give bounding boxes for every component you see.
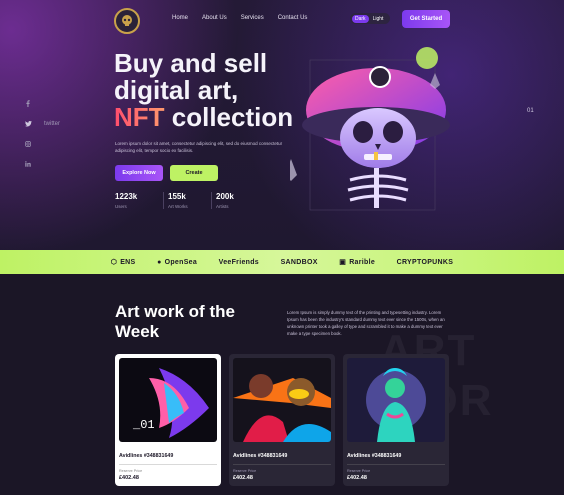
hero-skeleton-nft-art bbox=[290, 47, 450, 211]
stat-value: 1223k bbox=[115, 192, 138, 201]
hero-title-nft: NFT bbox=[114, 102, 165, 132]
partner-label: Rarible bbox=[349, 258, 376, 266]
slide-number: 01 bbox=[527, 108, 534, 114]
theme-light-option[interactable]: Light bbox=[373, 16, 384, 22]
stat-label: Users bbox=[115, 204, 127, 209]
card-price-label: Reserve Price bbox=[347, 469, 371, 473]
social-links: twitter bbox=[25, 100, 60, 167]
linkedin-icon bbox=[25, 161, 31, 167]
hero-description: Lorem ipsum dolor sit amet, consectetur … bbox=[115, 141, 283, 153]
facebook-icon bbox=[26, 100, 30, 107]
card-divider bbox=[119, 464, 217, 465]
stat-users: 1223k Users bbox=[115, 192, 163, 209]
card-price-label: Reserve Price bbox=[233, 469, 257, 473]
main-nav: Home About Us Services Contact Us bbox=[172, 15, 307, 21]
card-title: Avidlines #348831649 bbox=[233, 453, 288, 459]
social-twitter[interactable]: twitter bbox=[25, 121, 60, 127]
artwork-cards: _01 Avidlines #348831649 Reserve Price £… bbox=[115, 354, 449, 486]
hero-section: Home About Us Services Contact Us Dark L… bbox=[0, 0, 564, 250]
stat-value: 155k bbox=[168, 192, 186, 201]
nav-services[interactable]: Services bbox=[241, 15, 264, 21]
card-price: £402.48 bbox=[233, 475, 253, 481]
partner-opensea[interactable]: ● OpenSea bbox=[157, 259, 197, 266]
partner-logos-band: ⬡ ENS ● OpenSea VeeFriends SANDBOX ▣ Raribl… bbox=[0, 250, 564, 274]
partner-label: SANDBOX bbox=[280, 258, 318, 266]
card-title: Avidlines #348831649 bbox=[119, 453, 174, 459]
section-blurb: Lorem Ipsum is simply dummy text of the … bbox=[287, 310, 445, 336]
instagram-icon bbox=[25, 141, 31, 147]
artwork-image bbox=[233, 358, 331, 442]
card-price-label: Reserve Price bbox=[119, 469, 143, 473]
skull-logo-icon bbox=[122, 15, 132, 26]
artwork-card[interactable]: Avidlines #348831649 Reserve Price £402.… bbox=[229, 354, 335, 486]
stat-artists: 200k Artists bbox=[211, 192, 259, 209]
ens-icon: ⬡ bbox=[110, 259, 118, 266]
artwork-card[interactable]: Avidlines #348831649 Reserve Price £402.… bbox=[343, 354, 449, 486]
stat-label: Artists bbox=[216, 204, 229, 209]
artwork-image: _01 bbox=[119, 358, 217, 442]
artwork-of-week-section: ART WOR Art work of the Week Lorem Ipsum… bbox=[0, 274, 564, 495]
nav-about-us[interactable]: About Us bbox=[202, 15, 227, 21]
stat-label: Art Works bbox=[168, 204, 188, 209]
hero-title-line1: Buy and sell bbox=[114, 48, 268, 78]
nav-home[interactable]: Home bbox=[172, 15, 188, 21]
partner-label: CRYPTOPUNKS bbox=[396, 258, 454, 266]
stat-art-works: 155k Art Works bbox=[163, 192, 211, 209]
lime-orb bbox=[416, 47, 438, 69]
partner-cryptopunks[interactable]: CRYPTOPUNKS bbox=[397, 259, 454, 266]
social-linkedin[interactable] bbox=[25, 161, 60, 167]
twitter-label: twitter bbox=[44, 121, 61, 127]
nav-contact-us[interactable]: Contact Us bbox=[278, 15, 308, 21]
explore-now-button[interactable]: Explore Now bbox=[115, 165, 163, 181]
artwork-label: _01 bbox=[132, 418, 155, 432]
partner-label: ENS bbox=[120, 258, 136, 266]
partner-veefriends[interactable]: VeeFriends bbox=[219, 259, 259, 266]
brand-logo[interactable] bbox=[114, 8, 140, 34]
card-price: £402.48 bbox=[347, 475, 367, 481]
card-title: Avidlines #348831649 bbox=[347, 453, 402, 459]
hero-stats: 1223k Users 155k Art Works 200k Artists bbox=[115, 192, 259, 209]
artwork-card[interactable]: _01 Avidlines #348831649 Reserve Price £… bbox=[115, 354, 221, 486]
social-instagram[interactable] bbox=[25, 141, 60, 147]
partner-ens[interactable]: ⬡ ENS bbox=[110, 258, 136, 267]
partner-rarible[interactable]: ▣ Rarible bbox=[339, 258, 376, 267]
theme-dark-option[interactable]: Dark bbox=[352, 14, 369, 23]
social-facebook[interactable] bbox=[25, 100, 60, 107]
hero-title: Buy and sell digital art, NFT collection bbox=[114, 50, 304, 131]
create-button[interactable]: Create bbox=[170, 165, 218, 181]
artwork-image bbox=[347, 358, 445, 442]
get-started-button[interactable]: Get Started bbox=[402, 10, 450, 28]
card-price: £402.48 bbox=[119, 475, 139, 481]
rarible-icon: ▣ bbox=[339, 259, 347, 266]
hero-title-line3: collection bbox=[164, 102, 294, 132]
card-divider bbox=[347, 464, 445, 465]
partner-label: OpenSea bbox=[164, 258, 198, 266]
partner-label: VeeFriends bbox=[218, 258, 259, 266]
section-title: Art work of the Week bbox=[115, 302, 235, 341]
twitter-icon bbox=[25, 121, 32, 127]
theme-toggle[interactable]: Dark Light bbox=[350, 13, 390, 24]
stat-value: 200k bbox=[216, 192, 234, 201]
partner-sandbox[interactable]: SANDBOX bbox=[281, 259, 318, 266]
hero-title-line2: digital art, bbox=[114, 75, 239, 105]
opensea-icon: ● bbox=[157, 258, 162, 266]
card-divider bbox=[233, 464, 331, 465]
